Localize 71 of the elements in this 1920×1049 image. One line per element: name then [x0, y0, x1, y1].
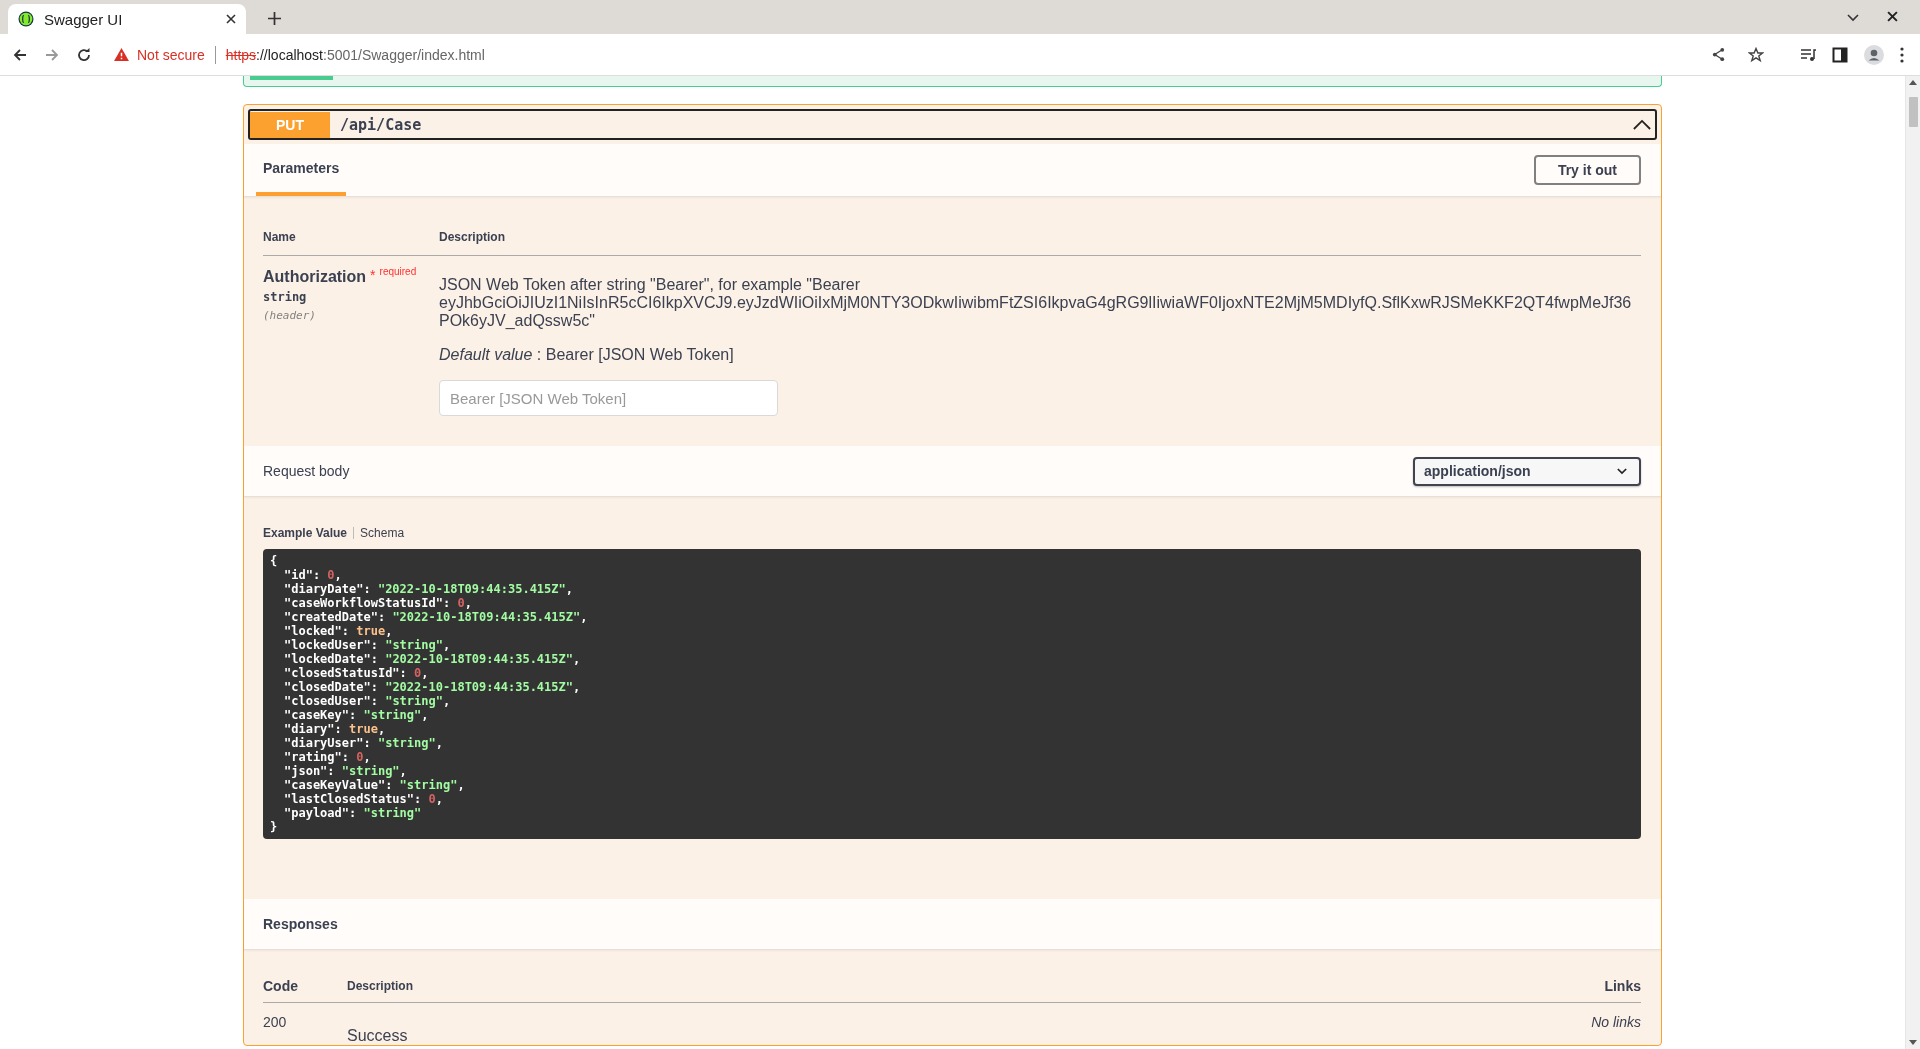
parameters-tab[interactable]: Parameters: [256, 144, 347, 196]
model-tab[interactable]: Schema: [360, 526, 405, 540]
endpoint-path: /api/Case: [340, 115, 423, 134]
response-code: 200: [263, 1014, 288, 1030]
profile-avatar-icon[interactable]: [1864, 44, 1884, 65]
column-header: Code: [263, 978, 299, 994]
response-description: Success: [347, 1027, 409, 1045]
code-line: "lockedDate": "2022-10-18T09:44:35.415Z",: [283, 652, 582, 666]
parameter-type: string: [263, 290, 308, 304]
scroll-up-icon[interactable]: [1909, 80, 1917, 85]
playlist-icon[interactable]: [1800, 46, 1816, 63]
operation-summary[interactable]: PUT /api/Case: [248, 109, 1657, 140]
star-icon[interactable]: [1748, 46, 1764, 63]
required-asterisk: *: [370, 267, 376, 283]
code-line: "lastClosedStatus": 0,: [283, 792, 444, 806]
authorization-input[interactable]: Bearer [JSON Web Token]: [439, 380, 778, 416]
close-icon[interactable]: [1887, 11, 1898, 22]
responses-heading: Responses: [263, 916, 338, 932]
code-line: {: [270, 554, 279, 568]
side-panel-icon[interactable]: [1832, 46, 1848, 63]
scrollbar[interactable]: [1905, 76, 1920, 1049]
url-text: https://localhost:5001/Swagger/index.html: [225, 46, 485, 63]
back-arrow-icon[interactable]: [12, 46, 28, 63]
column-header: Description: [439, 230, 505, 244]
code-line: "payload": "string": [283, 806, 423, 820]
scroll-down-icon[interactable]: [1909, 1040, 1917, 1045]
share-icon[interactable]: [1711, 47, 1726, 62]
new-tab-icon[interactable]: [268, 12, 281, 25]
code-line: "id": 0,: [283, 568, 343, 582]
code-line: "closedStatusId": 0,: [283, 666, 430, 680]
code-line: "caseWorkflowStatusId": 0,: [283, 596, 473, 610]
code-line: "closedUser": "string",: [283, 694, 452, 708]
tab-title: Swagger UI: [44, 10, 124, 28]
default-value-text: Default value : Bearer [JSON Web Token]: [439, 346, 735, 364]
code-line: "json": "string",: [283, 764, 408, 778]
column-header: Name: [263, 230, 297, 244]
close-icon[interactable]: [226, 14, 236, 24]
code-line: "diaryDate": "2022-10-18T09:44:35.415Z",: [283, 582, 574, 596]
chevron-up-icon[interactable]: [1633, 119, 1651, 130]
forward-arrow-icon[interactable]: [44, 46, 60, 63]
parameter-name: Authorization: [263, 268, 367, 286]
code-line: "locked": true,: [283, 624, 394, 638]
try-it-out-button[interactable]: Try it out: [1533, 155, 1641, 185]
scrollbar-thumb[interactable]: [1908, 97, 1918, 127]
code-line: }: [270, 820, 279, 834]
browser-tab[interactable]: Swagger UI: [8, 4, 246, 34]
model-tab[interactable]: Example Value: [263, 526, 348, 540]
chevron-down-icon: [1617, 467, 1627, 475]
code-line: "caseKeyValue": "string",: [283, 778, 466, 792]
code-line: "rating": 0,: [283, 750, 372, 764]
column-header: Description: [347, 979, 414, 993]
warning-icon: [114, 48, 129, 61]
reload-icon[interactable]: [76, 46, 92, 63]
column-header: Links: [1604, 978, 1641, 994]
code-line: "diaryUser": "string",: [283, 736, 444, 750]
code-line: "createdDate": "2022-10-18T09:44:35.415Z",: [283, 610, 589, 624]
security-label: Not secure: [137, 46, 205, 63]
more-menu-icon[interactable]: [1900, 46, 1904, 63]
parameter-description: JSON Web Token after string "Bearer", for example "Bearer eyJhbGciOiJIUzI1NiIsInR5cCI6IkpXVCJ9.eyJzdWIiOiIxMjM0NTY3ODkwIiwibmFtZSI6IkpvaG4gRG9lIiwiaWF0IjoxNTE2MjM5MDIyfQ.SflKxwRJSMeKKF2QT4fwpMeJf36POk6yJV_adQssw5c": [439, 276, 1633, 330]
method-badge: PUT: [250, 111, 330, 138]
code-line: "lockedUser": "string",: [283, 638, 452, 652]
code-line: "diary": true,: [283, 722, 387, 736]
code-line: "caseKey": "string",: [283, 708, 430, 722]
required-label: required: [379, 266, 417, 277]
parameter-location: (header): [263, 309, 317, 322]
response-links: No links: [1591, 1014, 1641, 1030]
chevron-down-icon[interactable]: [1847, 14, 1859, 22]
code-line: "closedDate": "2022-10-18T09:44:35.415Z",: [283, 680, 582, 694]
swagger-logo-icon: [18, 11, 34, 27]
content-type-select[interactable]: application/json: [1413, 456, 1641, 486]
request-body-label: Request body: [263, 463, 350, 479]
